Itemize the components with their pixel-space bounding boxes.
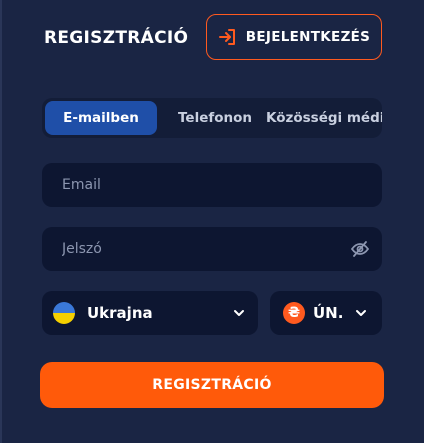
- email-input[interactable]: [42, 163, 382, 207]
- left-edge-divider: [0, 0, 2, 443]
- login-button[interactable]: BEJELENTKEZÉS: [206, 14, 382, 60]
- currency-select[interactable]: ₴ ÚN.: [270, 291, 382, 335]
- ukraine-flag-icon: [53, 302, 75, 324]
- currency-value: ÚN.: [313, 304, 344, 322]
- hryvnia-coin-icon: ₴: [283, 302, 305, 324]
- login-arrow-icon: [218, 27, 238, 47]
- chevron-down-icon: [234, 310, 244, 316]
- eye-off-icon[interactable]: [350, 239, 370, 259]
- country-select[interactable]: Ukrajna: [42, 291, 258, 335]
- tab-social-media[interactable]: Közösségi médi: [266, 101, 382, 135]
- password-field-container: [42, 227, 382, 271]
- register-submit-button[interactable]: REGISZTRÁCIÓ: [40, 362, 384, 408]
- page-title: REGISZTRÁCIÓ: [44, 28, 189, 48]
- chevron-down-icon: [356, 310, 366, 316]
- password-input[interactable]: [42, 227, 382, 271]
- login-button-label: BEJELENTKEZÉS: [245, 29, 371, 45]
- tab-email[interactable]: E-mailben: [45, 101, 157, 135]
- email-field-container: [42, 163, 382, 207]
- registration-method-tabs: E-mailben Telefonon Közösségi médi: [42, 98, 382, 138]
- tab-phone[interactable]: Telefonon: [178, 101, 252, 135]
- country-value: Ukrajna: [87, 304, 153, 322]
